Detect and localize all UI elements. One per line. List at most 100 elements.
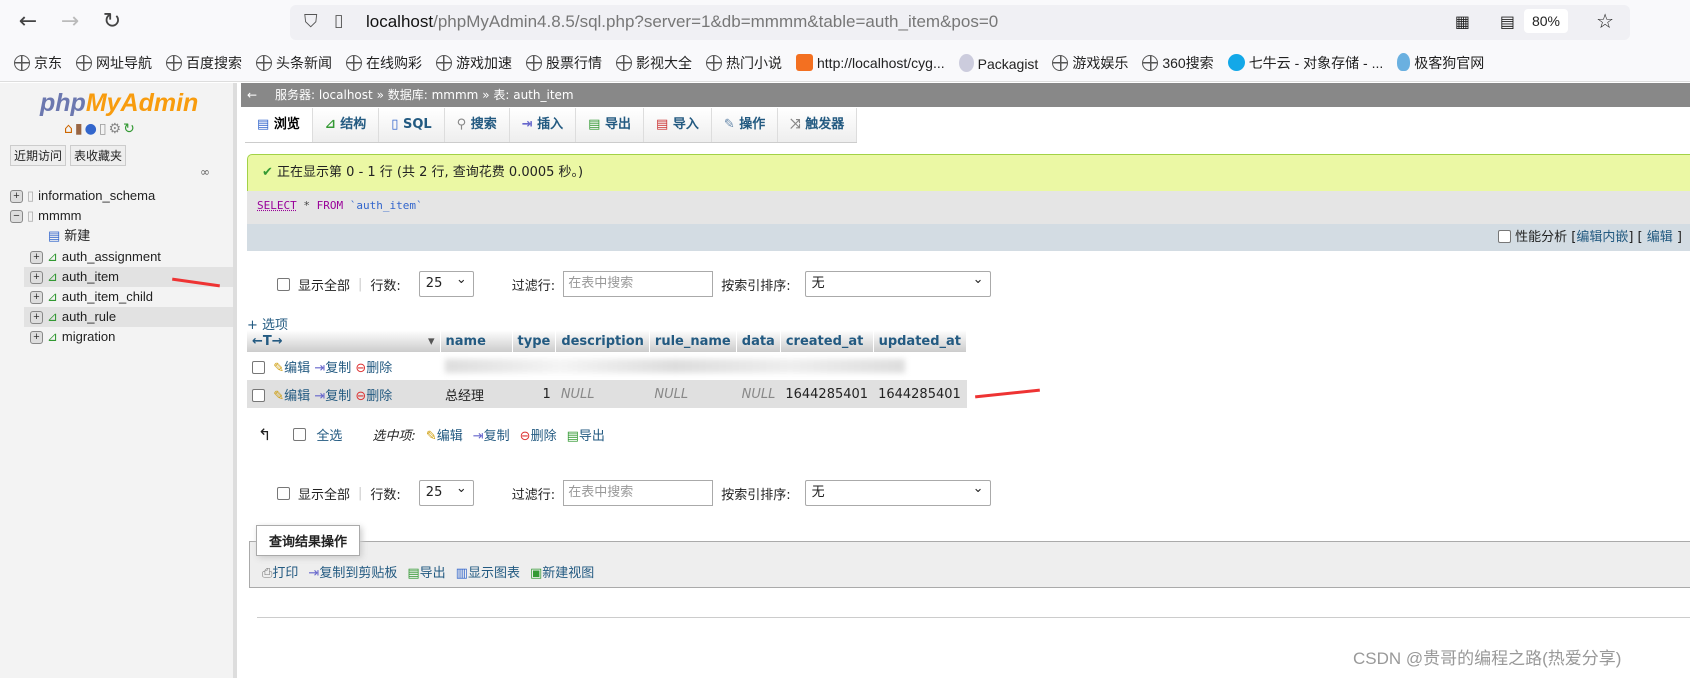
bookmark[interactable]: 在线购彩 — [346, 53, 422, 73]
bookmark[interactable]: 股票行情 — [526, 53, 602, 73]
globe-icon — [436, 54, 452, 71]
phpmyadmin-logo[interactable]: phpMyAdmin — [40, 89, 198, 118]
help-icon[interactable]: ● — [85, 121, 99, 137]
rows-select[interactable]: 25 — [418, 477, 474, 506]
bookmark[interactable]: 热门小说 — [706, 53, 782, 73]
bulk-edit-button[interactable]: ✎编辑 — [426, 425, 463, 444]
tab-insert[interactable]: ⇥ 插入 — [509, 108, 577, 142]
delete-row-link[interactable]: 删除 — [366, 389, 392, 404]
breadcrumb-db[interactable]: 数据库: mmmm — [388, 88, 479, 102]
sort-select[interactable]: 无 — [804, 477, 991, 506]
edit-inline-link[interactable]: 编辑内嵌 — [1576, 230, 1628, 245]
show-all-checkbox[interactable] — [277, 486, 290, 500]
bookmark[interactable]: 百度搜索 — [166, 53, 242, 73]
export-button[interactable]: ▤导出 — [407, 562, 445, 581]
tab-import[interactable]: ▤ 导入 — [644, 108, 712, 142]
bookmark[interactable]: Packagist — [958, 53, 1038, 72]
bookmark[interactable]: 网址导航 — [76, 53, 152, 73]
tab-browse[interactable]: ▤ 浏览 — [245, 108, 313, 142]
qr-code-icon[interactable]: ▦ — [1455, 12, 1470, 31]
cell-created-at[interactable]: 1644285401 — [780, 380, 874, 408]
edit-row-link[interactable]: 编辑 — [284, 361, 310, 376]
tree-table-auth-rule[interactable]: + ⊿ auth_rule — [24, 307, 233, 327]
tree-new-table[interactable]: ▤ 新建 — [48, 226, 90, 246]
check-all-checkbox[interactable] — [293, 427, 307, 441]
check-all-link[interactable]: 全选 — [316, 425, 342, 444]
tab-sql[interactable]: ▯ SQL — [379, 108, 445, 142]
forward-icon[interactable]: → — [56, 8, 84, 36]
reload-icon[interactable]: ↻ — [98, 8, 126, 36]
tab-search[interactable]: ⚲ 搜索 — [444, 108, 510, 142]
column-header[interactable]: updated_at — [873, 330, 968, 352]
docs-icon[interactable]: ▯ — [99, 121, 109, 137]
bookmark[interactable]: http://localhost/cyg... — [796, 54, 945, 71]
logout-icon[interactable]: ▮ — [75, 121, 85, 137]
refresh-icon[interactable]: ↻ — [123, 121, 137, 137]
delete-row-link[interactable]: 删除 — [366, 361, 392, 376]
copy-row-link[interactable]: 复制 — [325, 361, 351, 376]
bookmark[interactable]: 京东 — [14, 53, 62, 73]
cell-description[interactable]: NULL — [555, 380, 650, 408]
bookmark[interactable]: 极客狗官网 — [1397, 52, 1484, 73]
reader-icon[interactable]: ▤ — [1500, 12, 1515, 31]
address-bar[interactable]: ⛉ ▯ localhost/phpMyAdmin4.8.5/sql.php?se… — [290, 5, 1630, 40]
edit-row-link[interactable]: 编辑 — [284, 389, 310, 404]
column-header[interactable]: type — [512, 330, 557, 352]
print-button[interactable]: ⎙打印 — [262, 562, 298, 581]
tab-triggers[interactable]: ⤨ 触发器 — [778, 108, 858, 142]
column-resize-controls[interactable]: ←T→ ▾ — [247, 330, 441, 352]
cell-name[interactable]: 总经理 — [440, 380, 512, 408]
bulk-export-button[interactable]: ▤导出 — [567, 425, 605, 444]
star-icon[interactable]: ☆ — [1596, 9, 1614, 33]
tab-operations[interactable]: ✎ 操作 — [711, 108, 779, 142]
profiling-checkbox[interactable] — [1497, 230, 1511, 243]
rows-select[interactable]: 25 — [418, 268, 474, 297]
column-header[interactable]: description — [555, 330, 650, 352]
cell-type[interactable]: 1 — [512, 380, 556, 408]
breadcrumb-table[interactable]: 表: auth_item — [493, 88, 573, 102]
show-chart-button[interactable]: ▥显示图表 — [456, 562, 520, 581]
bookmark[interactable]: 头条新闻 — [256, 53, 332, 73]
filter-input[interactable]: 在表中搜索 — [563, 480, 714, 506]
create-view-button[interactable]: ▣新建视图 — [530, 562, 594, 581]
tree-db-mmmm[interactable]: − ▯ mmmm — [10, 206, 81, 226]
column-header[interactable]: created_at — [780, 330, 874, 352]
tree-table-migration[interactable]: + ⊿ migration — [30, 327, 115, 347]
gear-icon[interactable]: ⚙ — [109, 121, 124, 137]
back-icon[interactable]: ← — [14, 8, 42, 36]
tree-db-information-schema[interactable]: + ▯ information_schema — [10, 186, 155, 206]
row-checkbox[interactable] — [252, 388, 265, 402]
copy-row-link[interactable]: 复制 — [325, 389, 351, 404]
column-header[interactable]: rule_name — [649, 330, 737, 352]
bookmark[interactable]: 游戏娱乐 — [1052, 53, 1128, 73]
tab-export[interactable]: ▤ 导出 — [576, 108, 644, 142]
recent-button[interactable]: 近期访问 — [10, 145, 67, 166]
success-message: ✔ 正在显示第 0 - 1 行 (共 2 行, 查询花费 0.0005 秒。) — [247, 154, 1690, 192]
bookmark[interactable]: 影视大全 — [616, 53, 692, 73]
favorites-button[interactable]: 表收藏夹 — [70, 145, 127, 166]
filter-input[interactable]: 在表中搜索 — [563, 271, 714, 297]
bookmark[interactable]: 游戏加速 — [436, 53, 512, 73]
show-all-checkbox[interactable] — [277, 277, 290, 291]
breadcrumb-server[interactable]: 服务器: localhost — [275, 88, 373, 102]
zoom-level[interactable]: 80% — [1523, 9, 1568, 33]
cell-data[interactable]: NULL — [736, 380, 781, 408]
row-checkbox[interactable] — [252, 360, 265, 374]
tree-table-auth-item-child[interactable]: + ⊿ auth_item_child — [30, 287, 153, 307]
link-icon[interactable]: ∞ — [200, 165, 210, 179]
bulk-copy-button[interactable]: ⇥复制 — [473, 425, 510, 444]
tab-structure[interactable]: ⊿ 结构 — [312, 108, 380, 142]
copy-clipboard-button[interactable]: ⇥复制到剪贴板 — [308, 562, 397, 581]
column-header[interactable]: data — [736, 330, 781, 352]
edit-link[interactable]: 编辑 — [1647, 230, 1673, 245]
cell-updated-at[interactable]: 1644285401 — [873, 380, 967, 408]
bookmark[interactable]: 七牛云 - 对象存储 - ... — [1227, 53, 1383, 73]
sort-select[interactable]: 无 — [804, 268, 991, 297]
tree-table-auth-assignment[interactable]: + ⊿ auth_assignment — [30, 247, 161, 267]
home-icon[interactable]: ⌂ — [64, 121, 75, 137]
collapse-sidebar-icon[interactable]: ← — [247, 83, 257, 107]
cell-rule-name[interactable]: NULL — [649, 380, 737, 408]
bulk-delete-button[interactable]: ⊖删除 — [520, 425, 557, 444]
bookmark[interactable]: 360搜索 — [1142, 53, 1214, 73]
column-header[interactable]: name — [440, 330, 513, 352]
